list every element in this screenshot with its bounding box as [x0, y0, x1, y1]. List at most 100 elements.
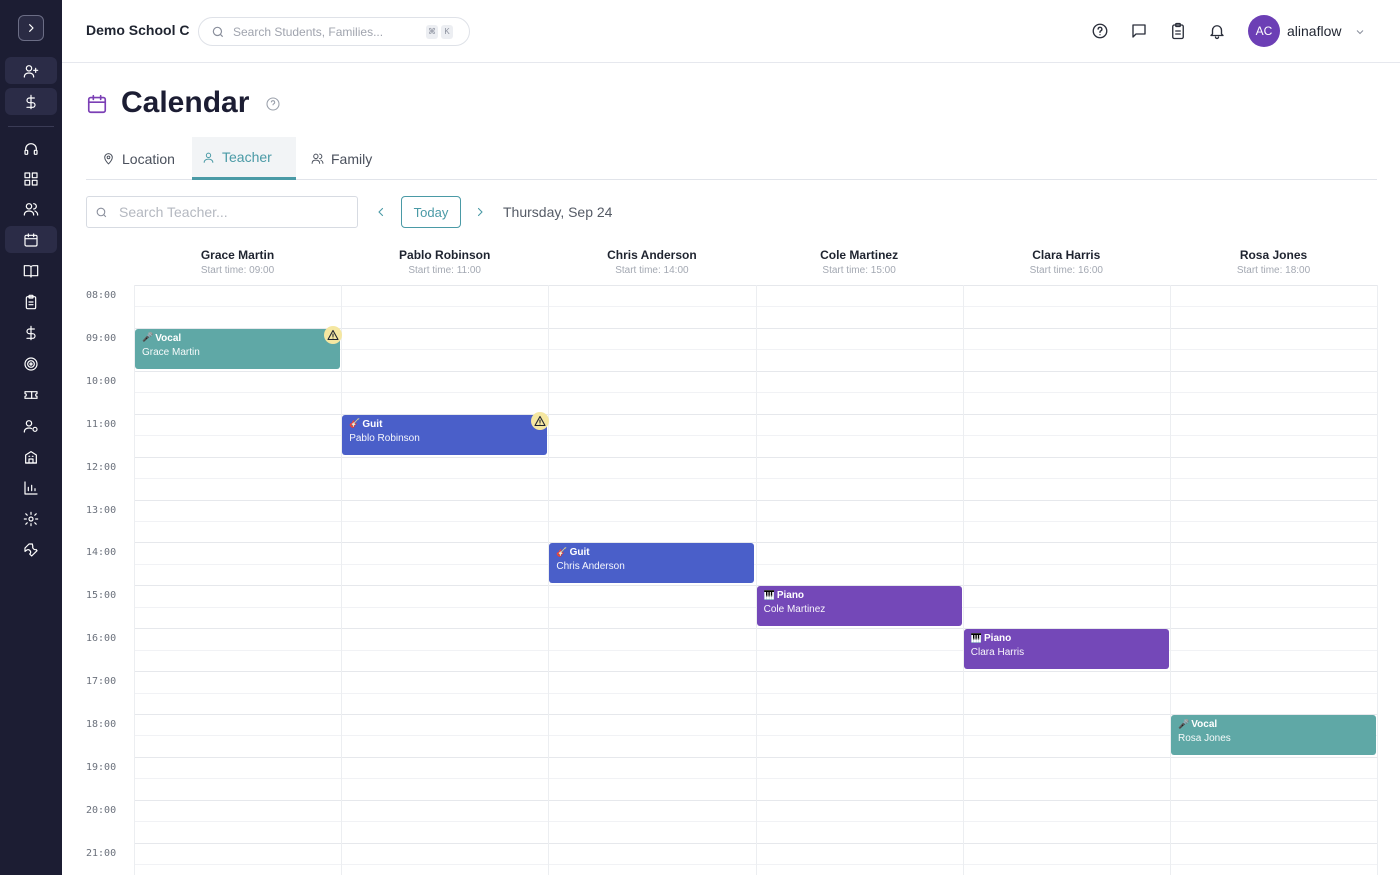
calendar-grid[interactable]: 🎤 Vocal Grace Martin 🎸 Guit Pablo Robinson 🎸 Gu…: [134, 285, 1379, 875]
headset-icon: [24, 142, 38, 155]
global-search[interactable]: ⌘ K: [198, 17, 470, 46]
instrument-icon: 🎹: [970, 633, 983, 644]
sidebar-item-support[interactable]: [5, 135, 57, 162]
avatar[interactable]: AC: [1248, 15, 1280, 47]
instrument-icon: 🎸: [556, 547, 568, 558]
next-day-button[interactable]: [472, 204, 488, 220]
sidebar-item-finance[interactable]: [5, 88, 57, 115]
wrench-icon: [24, 542, 38, 557]
lesson-event[interactable]: 🎸 Guit Pablo Robinson: [342, 411, 550, 455]
teacher-start-time: Start time: 18:00: [1236, 265, 1311, 276]
today-button[interactable]: Today: [401, 196, 461, 228]
help-button[interactable]: [1090, 21, 1110, 41]
sidebar-item-tickets[interactable]: [5, 381, 57, 408]
teacher-name: Pablo Robinson: [399, 248, 491, 262]
event-title: 🎸 Guit: [556, 547, 747, 558]
sidebar-item-tools[interactable]: [5, 536, 57, 563]
sidebar-item-dashboard[interactable]: [5, 165, 57, 192]
dollar-icon: [26, 94, 36, 109]
tab-location[interactable]: Location: [92, 137, 185, 180]
event-title-text: Vocal: [1191, 719, 1218, 730]
time-label: 16:00: [86, 633, 117, 645]
sidebar-item-students[interactable]: [5, 195, 57, 222]
teacher-name: Cole Martinez: [820, 248, 899, 262]
tasks-button[interactable]: [1168, 21, 1188, 41]
page-title: Calendar: [121, 86, 250, 119]
time-label: 13:00: [86, 504, 117, 516]
school-name[interactable]: Demo School C: [86, 22, 189, 38]
clipboard-icon: [1172, 22, 1184, 40]
calendar-icon: [24, 232, 38, 247]
sidebar-item-goals[interactable]: [5, 350, 57, 377]
teacher-start-time: Start time: 15:00: [822, 265, 896, 276]
user-settings-icon: [23, 419, 38, 433]
sidebar-item-settings[interactable]: [5, 505, 57, 532]
chevron-down-icon: [1356, 30, 1364, 35]
global-search-input[interactable]: [233, 24, 423, 39]
current-date: Thursday, Sep 24: [503, 204, 613, 220]
user-icon: [203, 152, 214, 163]
add-user-icon: [23, 64, 39, 78]
teacher-name: Rosa Jones: [1239, 248, 1308, 262]
top-bar: Demo School C ⌘ K AC alinaflow: [62, 0, 1400, 63]
event-title-text: Piano: [776, 590, 805, 602]
time-label: 09:00: [86, 332, 117, 344]
tab-teacher[interactable]: Teacher: [192, 137, 296, 180]
event-teacher: Rosa Jones: [1178, 733, 1231, 744]
lesson-event[interactable]: 🎸 Guit Chris Anderson: [549, 543, 755, 584]
user-name[interactable]: alinaflow: [1287, 23, 1341, 39]
sidebar-item-add-user[interactable]: [5, 57, 57, 84]
teacher-search-input[interactable]: [119, 204, 339, 220]
lesson-event[interactable]: 🎤 Vocal Rosa Jones: [1171, 715, 1376, 755]
teacher-search[interactable]: [86, 196, 358, 228]
chevron-right-icon: [477, 207, 483, 217]
sidebar-item-reports[interactable]: [5, 474, 57, 501]
help-icon: [1092, 23, 1108, 39]
teacher-name: Grace Martin: [200, 248, 275, 262]
previous-day-button[interactable]: [373, 204, 389, 220]
teacher-column-header: Chris Anderson Start time: 14:00: [548, 248, 755, 276]
sidebar-item-staff[interactable]: [5, 412, 57, 439]
lesson-event[interactable]: 🎹 Piano Clara Harris: [963, 629, 1169, 670]
event-title-text: Vocal: [155, 332, 182, 344]
event-title: 🎤 Vocal: [142, 333, 333, 344]
page-help-button[interactable]: [265, 96, 281, 117]
lesson-event[interactable]: 🎹 Piano Cole Martinez: [756, 586, 962, 627]
tab-label: Teacher: [222, 149, 272, 165]
teacher-column-header: Clara Harris Start time: 16:00: [963, 248, 1170, 276]
event-title-text: Guit: [569, 547, 590, 559]
building-icon: [25, 450, 37, 464]
warning-icon[interactable]: [324, 325, 342, 344]
sidebar-item-tasks[interactable]: [5, 288, 57, 315]
sidebar-toggle-button[interactable]: [18, 15, 44, 41]
map-pin-icon: [104, 153, 113, 165]
search-icon: [96, 207, 107, 217]
column-divider: [341, 285, 343, 875]
sidebar-item-locations[interactable]: [5, 443, 57, 470]
teacher-start-time: Start time: 11:00: [408, 265, 481, 276]
event-teacher: Cole Martinez: [763, 604, 826, 616]
sidebar-item-library[interactable]: [5, 257, 57, 284]
calendar-icon: [87, 94, 107, 114]
warning-icon[interactable]: [531, 411, 550, 430]
help-icon: [266, 97, 280, 111]
time-label: 14:00: [86, 547, 117, 559]
tab-family[interactable]: Family: [301, 137, 382, 180]
chart-icon: [24, 480, 38, 495]
book-icon: [23, 264, 39, 278]
bell-icon: [1210, 25, 1224, 40]
event-title: 🎸 Guit: [349, 419, 540, 430]
messages-button[interactable]: [1129, 21, 1149, 41]
teacher-start-time: Start time: 16:00: [1029, 265, 1103, 276]
sidebar-item-calendar[interactable]: [5, 226, 57, 253]
event-title-text: Guit: [362, 418, 383, 430]
time-label: 11:00: [86, 418, 117, 430]
lesson-event[interactable]: 🎤 Vocal Grace Martin: [135, 325, 342, 369]
users-icon: [311, 153, 324, 164]
time-label: 08:00: [86, 290, 117, 301]
dashboard-icon: [24, 171, 38, 186]
user-menu-toggle[interactable]: [1354, 25, 1366, 43]
sidebar-item-billing[interactable]: [5, 319, 57, 346]
notifications-button[interactable]: [1207, 21, 1227, 41]
event-title: 🎹 Piano: [764, 590, 955, 601]
